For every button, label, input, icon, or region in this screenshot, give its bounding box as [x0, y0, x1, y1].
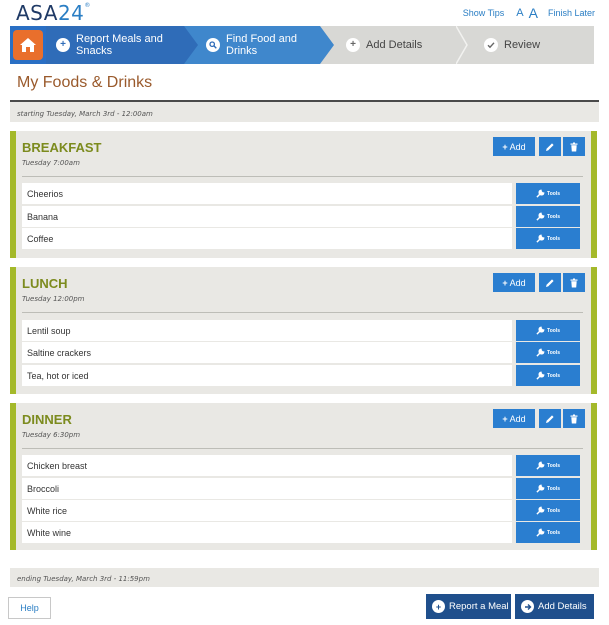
tools-button[interactable]: Tools [516, 342, 580, 363]
meal-actions: + Add [493, 409, 585, 428]
plus-icon: + [432, 600, 445, 613]
page-title: My Foods & Drinks [17, 74, 153, 91]
tools-button[interactable]: Tools [516, 455, 580, 476]
plus-icon: + [502, 141, 508, 152]
add-food-button[interactable]: + Add [493, 409, 535, 428]
pencil-icon [546, 278, 554, 287]
tools-button[interactable]: Tools [516, 478, 580, 499]
food-item-row[interactable]: Coffee [22, 228, 512, 249]
step-label: Report Meals and Snacks [76, 33, 163, 57]
day-end-label: ending Tuesday, March 3rd - 11:59pm [17, 575, 150, 583]
meal-time: Tuesday 12:00pm [22, 295, 85, 303]
tools-button[interactable]: Tools [516, 365, 580, 386]
wrench-icon [536, 461, 545, 470]
meal-name: LUNCH [22, 276, 68, 291]
food-item-row[interactable]: Chicken breast [22, 455, 512, 476]
top-bar: ASA24® Show Tips A A Finish Later [0, 0, 609, 26]
meal-divider [22, 448, 583, 449]
wrench-icon [536, 371, 545, 380]
edit-meal-button[interactable] [539, 137, 561, 156]
step-find-food[interactable]: Find Food and Drinks [184, 26, 320, 64]
step-arrow [320, 26, 334, 64]
edit-meal-button[interactable] [539, 273, 561, 292]
meal-divider [22, 176, 583, 177]
pencil-icon [546, 142, 554, 151]
font-small-button[interactable]: A [516, 7, 523, 19]
trash-icon [570, 414, 578, 423]
pencil-icon [546, 414, 554, 423]
top-links: Show Tips A A Finish Later [453, 5, 595, 21]
meal-name: DINNER [22, 412, 72, 427]
meal-divider [22, 312, 583, 313]
wrench-icon [536, 234, 545, 243]
food-item-row[interactable]: White wine [22, 522, 512, 543]
home-icon [13, 30, 43, 60]
tools-button[interactable]: Tools [516, 228, 580, 249]
tools-button[interactable]: Tools [516, 183, 580, 204]
trash-icon [570, 278, 578, 287]
plus-icon: + [502, 277, 508, 288]
progress-steps: + Report Meals and Snacks Find Food and … [10, 26, 594, 64]
delete-meal-button[interactable] [563, 137, 585, 156]
food-item-row[interactable]: Lentil soup [22, 320, 512, 341]
meal-actions: + Add [493, 137, 585, 156]
meal-name: BREAKFAST [22, 140, 102, 155]
step-label: Review [504, 39, 541, 51]
wrench-icon [536, 506, 545, 515]
meal-card-dinner: DINNER Tuesday 6:30pm + Add Chicken breas… [10, 403, 597, 550]
step-add-details[interactable]: + Add Details [320, 26, 456, 64]
meal-time: Tuesday 7:00am [22, 159, 80, 167]
delete-meal-button[interactable] [563, 273, 585, 292]
meal-actions: + Add [493, 273, 585, 292]
wrench-icon [536, 212, 545, 221]
font-large-button[interactable]: A [529, 5, 538, 21]
wrench-icon [536, 189, 545, 198]
food-item-row[interactable]: Cheerios [22, 183, 512, 204]
plus-icon: + [56, 38, 70, 52]
step-report-meals[interactable]: + Report Meals and Snacks [46, 26, 184, 64]
plus-icon: + [346, 38, 360, 52]
add-details-button[interactable]: Add Details [515, 594, 594, 619]
search-icon [206, 38, 220, 52]
help-button[interactable]: Help [8, 597, 51, 619]
show-tips-link[interactable]: Show Tips [463, 8, 505, 18]
step-review[interactable]: Review [456, 26, 594, 64]
food-item-row[interactable]: Broccoli [22, 478, 512, 499]
meal-card-breakfast: BREAKFAST Tuesday 7:00am + Add Cheerios T… [10, 131, 597, 258]
check-icon [484, 38, 498, 52]
add-food-button[interactable]: + Add [493, 273, 535, 292]
trash-icon [570, 142, 578, 151]
plus-icon: + [502, 413, 508, 424]
wrench-icon [536, 484, 545, 493]
food-item-row[interactable]: Tea, hot or iced [22, 365, 512, 386]
step-label: Find Food and Drinks [226, 33, 297, 57]
home-button[interactable] [10, 26, 46, 64]
wrench-icon [536, 348, 545, 357]
wrench-icon [536, 326, 545, 335]
meal-time: Tuesday 6:30pm [22, 431, 81, 439]
add-food-button[interactable]: + Add [493, 137, 535, 156]
wrench-icon [536, 528, 545, 537]
delete-meal-button[interactable] [563, 409, 585, 428]
tools-button[interactable]: Tools [516, 320, 580, 341]
step-label: Add Details [366, 39, 423, 51]
food-item-row[interactable]: Banana [22, 206, 512, 227]
edit-meal-button[interactable] [539, 409, 561, 428]
meal-card-lunch: LUNCH Tuesday 12:00pm + Add Lentil soup T… [10, 267, 597, 394]
asa24-logo: ASA24® [16, 1, 91, 25]
tools-button[interactable]: Tools [516, 206, 580, 227]
tools-button[interactable]: Tools [516, 522, 580, 543]
finish-later-link[interactable]: Finish Later [548, 8, 595, 18]
step-arrow [184, 26, 198, 64]
arrow-right-icon [521, 600, 534, 613]
report-meal-button[interactable]: + Report a Meal [426, 594, 511, 619]
day-start-label: starting Tuesday, March 3rd - 12:00am [17, 110, 153, 118]
food-item-row[interactable]: White rice [22, 500, 512, 521]
food-item-row[interactable]: Saltine crackers [22, 342, 512, 363]
tools-button[interactable]: Tools [516, 500, 580, 521]
